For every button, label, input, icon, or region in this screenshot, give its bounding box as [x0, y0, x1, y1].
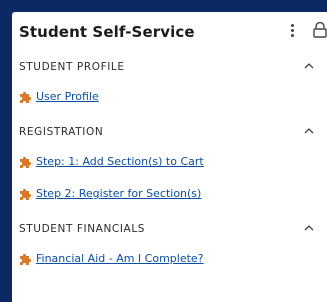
lock-icon[interactable]: [313, 22, 327, 38]
section-label: REGISTRATION: [19, 126, 104, 138]
chevron-up-icon[interactable]: [303, 222, 315, 234]
link-financial-aid-complete[interactable]: Financial Aid - Am I Complete?: [19, 251, 319, 269]
section-label: STUDENT PROFILE: [19, 61, 125, 73]
chevron-up-icon[interactable]: [303, 60, 315, 72]
link-label[interactable]: Step 2: Register for Section(s): [36, 187, 201, 200]
section-label: STUDENT FINANCIALS: [19, 223, 146, 235]
kebab-menu-icon[interactable]: [291, 24, 295, 38]
puzzle-piece-icon: [20, 91, 32, 103]
link-user-profile[interactable]: User Profile: [19, 89, 319, 107]
puzzle-piece-icon: [20, 156, 32, 168]
student-self-service-card: Student Self-Service STUDENT PROFILE Use…: [12, 12, 327, 302]
chevron-up-icon[interactable]: [303, 125, 315, 137]
card-title: Student Self-Service: [19, 23, 195, 41]
card-header: Student Self-Service: [12, 12, 327, 52]
link-label[interactable]: Financial Aid - Am I Complete?: [36, 252, 204, 265]
section-header-student-profile[interactable]: STUDENT PROFILE: [12, 58, 327, 78]
puzzle-piece-icon: [20, 253, 32, 265]
link-label[interactable]: Step: 1: Add Section(s) to Cart: [36, 155, 204, 168]
link-label[interactable]: User Profile: [36, 90, 99, 103]
section-header-student-financials[interactable]: STUDENT FINANCIALS: [12, 220, 327, 240]
link-register-for-sections[interactable]: Step 2: Register for Section(s): [19, 186, 319, 204]
link-add-sections-to-cart[interactable]: Step: 1: Add Section(s) to Cart: [19, 154, 319, 172]
section-header-registration[interactable]: REGISTRATION: [12, 123, 327, 143]
puzzle-piece-icon: [20, 188, 32, 200]
